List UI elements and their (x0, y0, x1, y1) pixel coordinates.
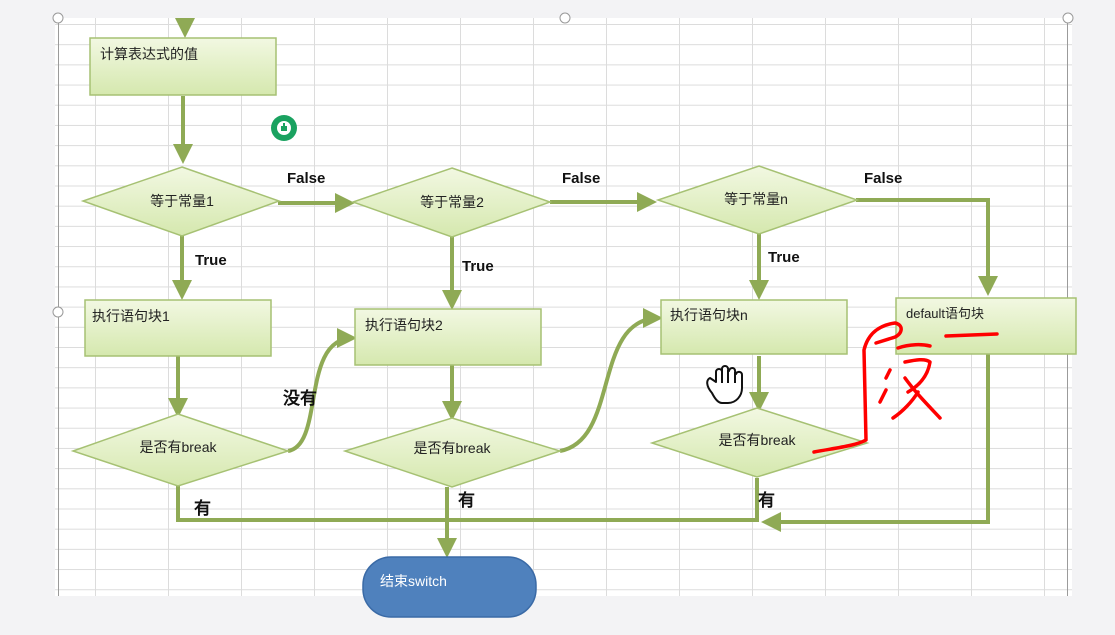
label-compute: 计算表达式的值 (100, 46, 198, 62)
grab-hand-icon (706, 365, 743, 404)
connectors (168, 18, 998, 558)
arrow-condn-false (856, 198, 998, 296)
label-break1: 是否有break (139, 439, 217, 455)
edge-true-n: True (768, 249, 800, 266)
arrow-break2-no (559, 308, 663, 453)
label-default: default语句块 (906, 306, 984, 321)
handle-top-right[interactable] (1062, 12, 1074, 24)
label-cond2: 等于常量2 (420, 194, 484, 210)
edge-false-n: False (864, 170, 902, 187)
label-breakn: 是否有break (718, 432, 796, 448)
edge-true-2: True (462, 258, 494, 275)
label-break2: 是否有break (413, 440, 491, 456)
line-breakn-yes (447, 478, 759, 522)
handle-mid-left[interactable] (52, 306, 64, 318)
label-block1: 执行语句块1 (92, 308, 170, 324)
annotation-glyph (878, 342, 942, 420)
edge-yes-1: 有 (194, 498, 211, 518)
edge-yes-2: 有 (458, 490, 475, 510)
edge-false-1: False (287, 170, 325, 187)
label-end: 结束switch (380, 573, 447, 589)
label-cond1: 等于常量1 (150, 193, 214, 209)
edge-no-1: 没有 (283, 388, 317, 408)
switch-flowchart: 计算表达式的值 等于常量1 等于常量2 等于常量n 执行语句块1 执行语句块2 … (52, 12, 1077, 618)
handle-top-left[interactable] (52, 12, 64, 24)
label-condn: 等于常量n (724, 191, 788, 207)
edge-yes-n: 有 (758, 490, 775, 510)
line-break1-yes (176, 486, 447, 522)
label-blockn: 执行语句块n (670, 307, 748, 323)
label-block2: 执行语句块2 (365, 317, 443, 333)
hand-cursor-icon (271, 115, 297, 141)
annotation-dash (944, 332, 999, 338)
edge-true-1: True (195, 252, 227, 269)
edge-false-2: False (562, 170, 600, 187)
handle-top-mid[interactable] (559, 12, 571, 24)
